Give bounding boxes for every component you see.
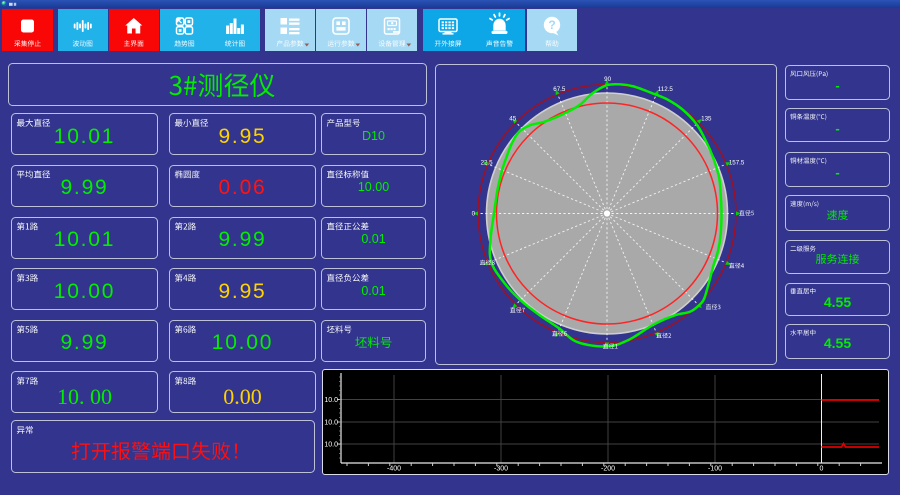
svg-text:10.0: 10.0 bbox=[324, 441, 338, 448]
svg-text:135: 135 bbox=[701, 115, 712, 122]
svg-text:0: 0 bbox=[472, 210, 476, 217]
svg-text:-100: -100 bbox=[708, 465, 722, 472]
svg-text:45: 45 bbox=[509, 115, 516, 122]
svg-text:-200: -200 bbox=[601, 465, 615, 472]
svg-text:10.0: 10.0 bbox=[324, 419, 338, 426]
svg-text:10.0: 10.0 bbox=[324, 397, 338, 404]
svg-text:112.5: 112.5 bbox=[658, 85, 674, 92]
svg-text:22.5: 22.5 bbox=[481, 159, 494, 166]
svg-text:-300: -300 bbox=[494, 465, 508, 472]
svg-text:157.5: 157.5 bbox=[729, 159, 745, 166]
svg-text:-400: -400 bbox=[387, 465, 401, 472]
svg-text:90: 90 bbox=[604, 76, 611, 83]
svg-text:67.5: 67.5 bbox=[553, 85, 566, 92]
svg-text:0: 0 bbox=[820, 465, 824, 472]
